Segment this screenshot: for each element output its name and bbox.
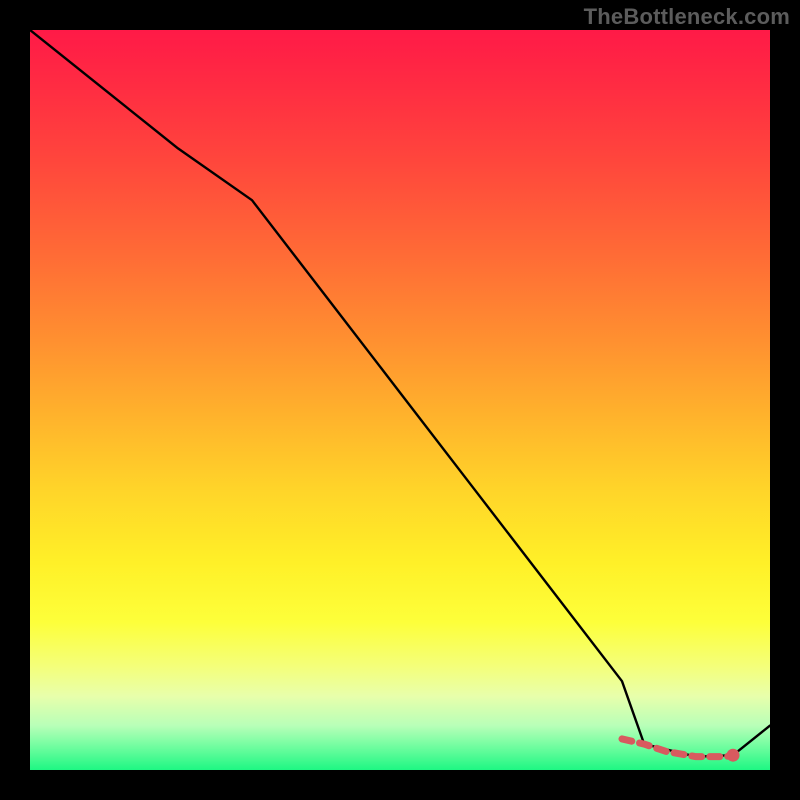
chart-container: TheBottleneck.com: [0, 0, 800, 800]
bottleneck-curve-line: [30, 30, 770, 757]
chart-svg: [30, 30, 770, 770]
optimal-point-marker: [727, 749, 740, 762]
plot-area: [30, 30, 770, 770]
watermark-text: TheBottleneck.com: [584, 4, 790, 30]
optimal-range-dash: [622, 739, 733, 757]
